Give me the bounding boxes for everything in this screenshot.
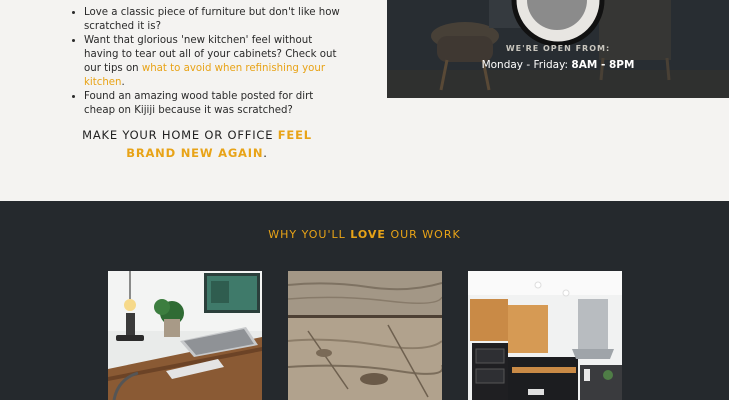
hours-banner: WE'RE OPEN FROM: Monday - Friday: 8AM - … <box>387 0 729 98</box>
cta-heading: MAKE YOUR HOME OR OFFICE FEEL BRAND NEW … <box>66 126 328 162</box>
list-item-text: Love a classic piece of furniture but do… <box>84 7 340 32</box>
modern-kitchen-image <box>468 271 622 400</box>
gallery-card[interactable] <box>108 271 262 400</box>
work-heading-end: OUR WORK <box>385 228 461 241</box>
gallery-card[interactable] <box>468 271 622 400</box>
hours-days: Monday - Friday: <box>481 59 572 71</box>
work-heading: WHY YOU'LL LOVE OUR WORK <box>0 228 729 241</box>
list-item-text: Found an amazing wood table posted for d… <box>84 91 314 116</box>
desk-workspace-image <box>108 271 262 400</box>
cta-text: MAKE YOUR HOME OR OFFICE <box>82 128 278 142</box>
work-heading-love: LOVE <box>350 228 386 241</box>
gallery-card[interactable] <box>288 271 442 400</box>
list-item: Want that glorious 'new kitchen' feel wi… <box>84 34 346 90</box>
hours-label: WE'RE OPEN FROM: <box>505 44 611 53</box>
list-item: Found an amazing wood table posted for d… <box>84 90 346 118</box>
list-item-text-end: . <box>121 77 125 88</box>
benefits-list: Love a classic piece of furniture but do… <box>66 6 346 118</box>
hours-text: Monday - Friday: 8AM - 8PM <box>387 59 729 71</box>
work-heading-text: WHY YOU'LL <box>268 228 351 241</box>
weathered-wood-image <box>288 271 442 400</box>
cta-period: . <box>263 146 268 160</box>
list-item: Love a classic piece of furniture but do… <box>84 6 346 34</box>
hours-time: 8AM - 8PM <box>571 59 635 71</box>
